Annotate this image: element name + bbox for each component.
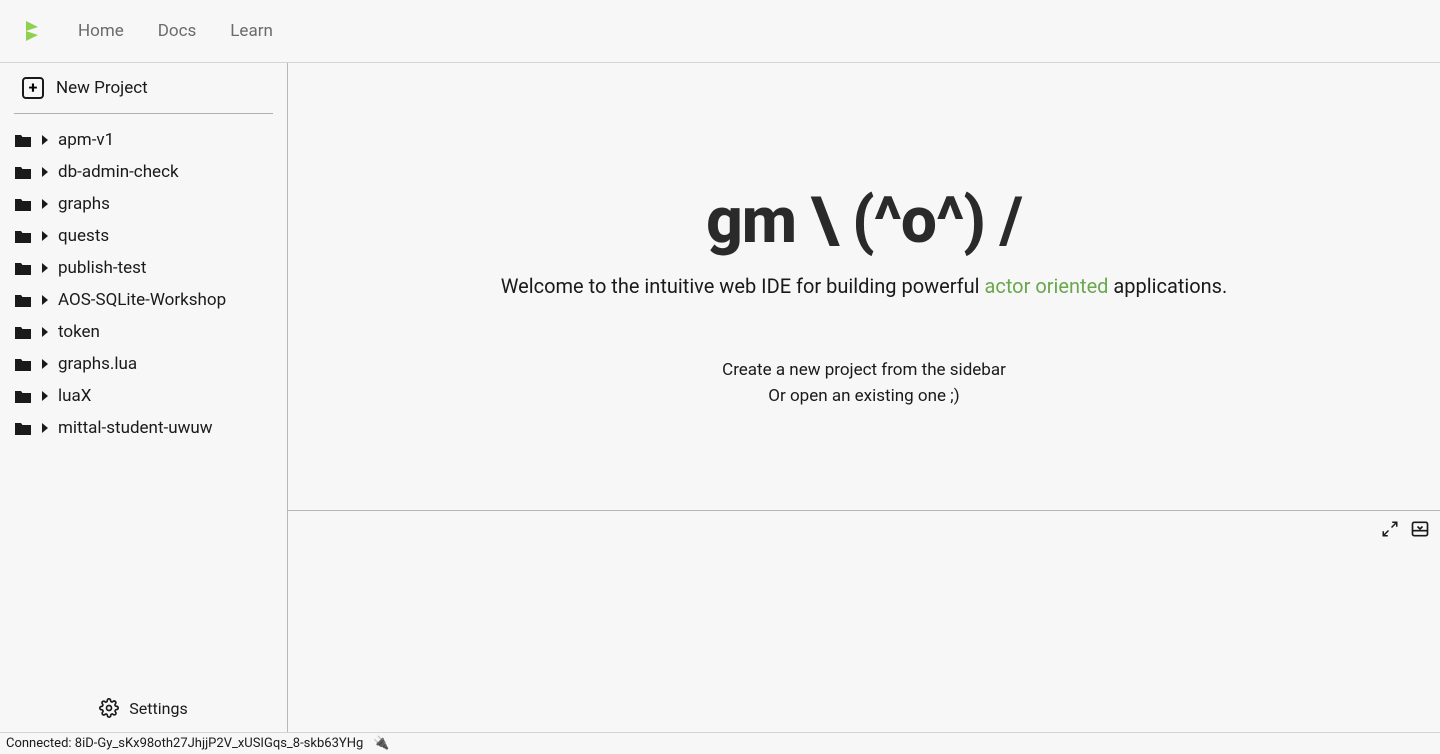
welcome-hint-line1: Create a new project from the sidebar	[722, 358, 1006, 384]
new-project-label: New Project	[56, 78, 148, 98]
nav-docs[interactable]: Docs	[158, 21, 197, 41]
plus-square-icon: +	[22, 77, 44, 99]
folder-icon	[14, 421, 32, 436]
logo-icon[interactable]	[24, 19, 44, 43]
settings-label: Settings	[129, 699, 187, 718]
project-item[interactable]: publish-test	[0, 252, 287, 284]
project-item[interactable]: db-admin-check	[0, 156, 287, 188]
project-item[interactable]: apm-v1	[0, 124, 287, 156]
folder-icon	[14, 325, 32, 340]
nav-learn[interactable]: Learn	[230, 21, 273, 41]
project-label: graphs	[58, 194, 110, 214]
folder-icon	[14, 389, 32, 404]
folder-icon	[14, 293, 32, 308]
actor-oriented-link[interactable]: actor oriented	[984, 274, 1108, 298]
folder-icon	[14, 197, 32, 212]
chevron-right-icon	[42, 199, 48, 209]
project-label: token	[58, 322, 100, 342]
connection-status: Connected: 8iD-Gy_sKx98oth27JhjjP2V_xUSI…	[6, 736, 363, 751]
chevron-right-icon	[42, 263, 48, 273]
folder-icon	[14, 165, 32, 180]
chevron-right-icon	[42, 423, 48, 433]
collapse-panel-button[interactable]	[1410, 519, 1430, 539]
project-label: graphs.lua	[58, 354, 137, 374]
sidebar: + New Project apm-v1 db-admin-check grap…	[0, 63, 288, 732]
chevron-right-icon	[42, 167, 48, 177]
folder-icon	[14, 229, 32, 244]
panel-collapse-icon	[1410, 519, 1430, 539]
project-label: mittal-student-uwuw	[58, 418, 213, 438]
welcome-hint: Create a new project from the sidebar Or…	[722, 358, 1006, 409]
folder-icon	[14, 357, 32, 372]
bottom-panel	[288, 510, 1440, 732]
project-list: apm-v1 db-admin-check graphs quests publ	[0, 114, 287, 684]
project-label: luaX	[58, 386, 91, 406]
settings-button[interactable]: Settings	[0, 684, 287, 732]
project-item[interactable]: mittal-student-uwuw	[0, 412, 287, 444]
maximize-icon	[1381, 520, 1399, 538]
nav-links: Home Docs Learn	[78, 21, 273, 41]
status-bar: Connected: 8iD-Gy_sKx98oth27JhjjP2V_xUSI…	[0, 732, 1440, 754]
chevron-right-icon	[42, 359, 48, 369]
content-area: gm \ (^o^) / Welcome to the intuitive we…	[288, 63, 1440, 732]
welcome-subtitle-post: applications.	[1108, 274, 1227, 298]
folder-icon	[14, 133, 32, 148]
project-item[interactable]: graphs	[0, 188, 287, 220]
panel-controls	[1380, 519, 1430, 539]
welcome-subtitle: Welcome to the intuitive web IDE for bui…	[501, 274, 1228, 298]
project-item[interactable]: luaX	[0, 380, 287, 412]
welcome-heading: gm \ (^o^) /	[706, 183, 1022, 258]
welcome-subtitle-pre: Welcome to the intuitive web IDE for bui…	[501, 274, 985, 298]
project-label: db-admin-check	[58, 162, 179, 182]
new-project-button[interactable]: + New Project	[0, 63, 287, 113]
connected-id: 8iD-Gy_sKx98oth27JhjjP2V_xUSIGqs_8-skb63…	[75, 736, 363, 751]
folder-icon	[14, 261, 32, 276]
project-item[interactable]: AOS-SQLite-Workshop	[0, 284, 287, 316]
project-label: AOS-SQLite-Workshop	[58, 290, 226, 310]
project-label: apm-v1	[58, 130, 114, 150]
connected-label: Connected:	[6, 736, 75, 751]
welcome-hint-line2: Or open an existing one ;)	[722, 384, 1006, 410]
chevron-right-icon	[42, 327, 48, 337]
chevron-right-icon	[42, 295, 48, 305]
chevron-right-icon	[42, 391, 48, 401]
maximize-panel-button[interactable]	[1380, 519, 1400, 539]
welcome-pane: gm \ (^o^) / Welcome to the intuitive we…	[288, 63, 1440, 510]
project-item[interactable]: quests	[0, 220, 287, 252]
chevron-right-icon	[42, 231, 48, 241]
gear-icon	[99, 698, 119, 718]
nav-home[interactable]: Home	[78, 21, 124, 41]
project-label: quests	[58, 226, 109, 246]
project-item[interactable]: token	[0, 316, 287, 348]
project-item[interactable]: graphs.lua	[0, 348, 287, 380]
top-nav: Home Docs Learn	[0, 0, 1440, 63]
project-label: publish-test	[58, 258, 146, 278]
main-area: + New Project apm-v1 db-admin-check grap…	[0, 63, 1440, 732]
plug-icon[interactable]: 🔌	[373, 736, 389, 751]
chevron-right-icon	[42, 135, 48, 145]
